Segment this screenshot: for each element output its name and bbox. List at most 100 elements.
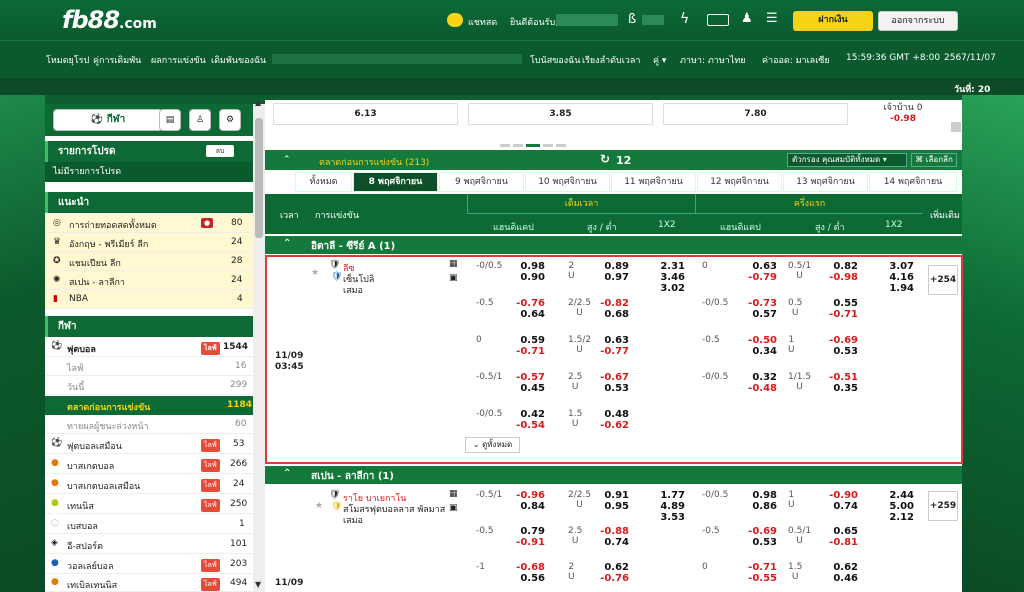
ht-ou-odd[interactable]: 0.35	[826, 383, 858, 394]
ht-handicap-odd[interactable]: 0.53	[745, 537, 777, 548]
ft-handicap-odd[interactable]: -0.57	[515, 372, 545, 383]
scroll-up-icon[interactable]: ▲	[255, 98, 261, 107]
balance-icon[interactable]: ß	[628, 12, 636, 27]
sport-table-tennis[interactable]: ● เทเบิลเทนนิส ไลฟ์ 494	[45, 574, 253, 592]
rec-item-laliga[interactable]: ✺ สเปน - ลาลีกา 24	[45, 271, 253, 290]
ht-handicap-odd[interactable]: -0.71	[745, 562, 777, 573]
ht-ou-odd[interactable]: 0.74	[826, 501, 858, 512]
sport-volleyball[interactable]: ● วอลเลย์บอล ไลฟ์ 203	[45, 554, 253, 574]
ft-handicap-odd[interactable]: 0.79	[515, 526, 545, 537]
ft-1x2-odds[interactable]: 2.31 3.46 3.02	[655, 261, 685, 294]
tab-nov-12[interactable]: 12 พฤศจิกายน	[697, 172, 782, 192]
sub-today[interactable]: วันนี้ 299	[45, 376, 253, 395]
ht-ou-odd[interactable]: -0.71	[826, 309, 858, 320]
ft-ou-odd[interactable]: -0.82	[597, 298, 629, 309]
ht-ou-odd[interactable]: -0.69	[826, 335, 858, 346]
promo-icon[interactable]	[707, 14, 729, 26]
scrollbar-thumb[interactable]	[255, 118, 263, 238]
deposit-button[interactable]: ฝากเงิน	[793, 11, 873, 31]
sport-tennis[interactable]: ● เทนนิส ไลฟ์ 250	[45, 494, 253, 514]
league-header-serie-a[interactable]: ⌃ อิตาลี - ซีรีย์ A (1)	[265, 236, 962, 254]
ft-handicap-odd[interactable]: 0.45	[515, 383, 545, 394]
nav-sort-time[interactable]: เรียงลำดับเวลา	[582, 53, 640, 67]
ht-ou-odd[interactable]: 0.55	[826, 298, 858, 309]
carousel-scroll[interactable]	[951, 122, 961, 132]
nav-language[interactable]: ภาษา: ภาษาไทย	[680, 53, 746, 67]
sport-basketball[interactable]: ● บาสเกตบอล ไลฟ์ 266	[45, 454, 253, 474]
rec-item-champions-league[interactable]: ✪ แชมเปียน ลีก 28	[45, 252, 253, 271]
sport-virtual-basketball[interactable]: ● บาสเกตบอลเสมือน ไลฟ์ 24	[45, 474, 253, 494]
ht-ou-odd[interactable]: 0.62	[826, 562, 858, 573]
ht-ou-odd[interactable]: 0.53	[826, 346, 858, 357]
nav-view-icon[interactable]: คู่ ▾	[653, 53, 666, 67]
user-icon[interactable]: ♙	[189, 109, 211, 131]
stats-icon[interactable]: ▦	[449, 489, 458, 499]
live-chat-link[interactable]: แชทสด	[468, 15, 497, 29]
ft-handicap-odd[interactable]: 0.56	[515, 573, 545, 584]
ft-handicap-odd[interactable]: -0.71	[515, 346, 545, 357]
favorites-clear-button[interactable]: ลบ	[206, 145, 234, 157]
ht-handicap-odd[interactable]: -0.48	[745, 383, 777, 394]
tab-nov-10[interactable]: 10 พฤศจิกายน	[525, 172, 610, 192]
rec-item-premier-league[interactable]: ♛ อังกฤษ - พรีเมียร์ ลีก 24	[45, 233, 253, 252]
select-league-button[interactable]: ⌘ เลือกลีก	[911, 153, 957, 167]
sport-virtual-football[interactable]: ⚽ ฟุตบอลเสมือน ไลฟ์ 53	[45, 434, 253, 454]
carousel-odd-home[interactable]: 6.13	[273, 103, 458, 125]
match-info-icon[interactable]: ▣	[449, 503, 458, 513]
rec-item-all-live[interactable]: ◎ การถ่ายทอดสดทั้งหมด ● 80	[45, 214, 253, 233]
ft-ou-odd[interactable]: 0.95	[597, 501, 629, 512]
refresh-icon[interactable]: ↻	[600, 152, 610, 166]
ht-handicap-odd[interactable]: -0.79	[745, 272, 777, 283]
sub-live[interactable]: ไลฟ์ 16	[45, 357, 253, 376]
sub-outright[interactable]: ทายผลผู้ชนะล่วงหน้า 60	[45, 415, 253, 434]
sidebar-scrollbar[interactable]	[253, 104, 265, 592]
rec-item-nba[interactable]: ▮ NBA 4	[45, 290, 253, 309]
ft-ou-odd[interactable]: 0.68	[597, 309, 629, 320]
carousel-odd-away[interactable]: 7.80	[663, 103, 848, 125]
sport-esports[interactable]: ◈ อี-สปอร์ต 101	[45, 534, 253, 554]
sub-pre-match[interactable]: ตลาดก่อนการแข่งขัน 1184	[45, 396, 253, 415]
ft-ou-odd[interactable]: -0.77	[597, 346, 629, 357]
ft-handicap-odd[interactable]: 0.98	[515, 261, 545, 272]
ft-handicap-odd[interactable]: 0.59	[515, 335, 545, 346]
ht-ou-odd[interactable]: -0.90	[826, 490, 858, 501]
ft-ou-odd[interactable]: -0.88	[597, 526, 629, 537]
ht-ou-odd[interactable]: -0.98	[826, 272, 858, 283]
clipboard-icon[interactable]: ▤	[159, 109, 181, 131]
collapse-icon[interactable]: ⌃	[283, 468, 291, 479]
favorite-star-icon[interactable]: ★	[315, 501, 323, 511]
ft-ou-odd[interactable]: 0.63	[597, 335, 629, 346]
ht-ou-odd[interactable]: -0.51	[826, 372, 858, 383]
ht-handicap-odd[interactable]: 0.86	[745, 501, 777, 512]
ft-ou-odd[interactable]: -0.67	[597, 372, 629, 383]
ft-ou-odd[interactable]: 0.48	[597, 409, 629, 420]
ft-ou-odd[interactable]: 0.91	[597, 490, 629, 501]
lightning-icon[interactable]: ϟ	[680, 11, 689, 27]
collapse-icon[interactable]: ⌃	[283, 238, 291, 249]
ht-ou-odd[interactable]: -0.81	[826, 537, 858, 548]
tab-nov-13[interactable]: 13 พฤศจิกายน	[783, 172, 868, 192]
ft-ou-odd[interactable]: -0.76	[597, 573, 629, 584]
ft-ou-odd[interactable]: 0.97	[597, 272, 629, 283]
filter-select[interactable]: ตัวกรอง คุณสมบัติทั้งหมด ▾	[787, 153, 907, 167]
ft-handicap-odd[interactable]: 0.42	[515, 409, 545, 420]
ft-handicap-odd[interactable]: 0.84	[515, 501, 545, 512]
ht-handicap-odd[interactable]: 0.63	[745, 261, 777, 272]
ft-ou-odd[interactable]: 0.62	[597, 562, 629, 573]
ft-ou-odd[interactable]: -0.62	[597, 420, 629, 431]
ht-handicap-odd[interactable]: -0.73	[745, 298, 777, 309]
ft-ou-odd[interactable]: 0.53	[597, 383, 629, 394]
nav-odds-type[interactable]: ค่าออด: มาเลเซีย	[762, 53, 830, 67]
ft-ou-odd[interactable]: 0.74	[597, 537, 629, 548]
ht-ou-odd[interactable]: 0.46	[826, 573, 858, 584]
scroll-down-icon[interactable]: ▼	[255, 580, 261, 589]
more-bets-button[interactable]: +259	[928, 491, 958, 521]
ht-handicap-odd[interactable]: 0.32	[745, 372, 777, 383]
ft-handicap-odd[interactable]: -0.96	[515, 490, 545, 501]
ft-handicap-odd[interactable]: 0.90	[515, 272, 545, 283]
checklist-icon[interactable]: ☰	[766, 11, 778, 26]
ht-1x2-odds[interactable]: 3.07 4.16 1.94	[884, 261, 914, 294]
carousel-odd-draw[interactable]: 3.85	[468, 103, 653, 125]
tab-nov-9[interactable]: 9 พฤศจิกายน	[439, 172, 524, 192]
ht-handicap-odd[interactable]: -0.69	[745, 526, 777, 537]
